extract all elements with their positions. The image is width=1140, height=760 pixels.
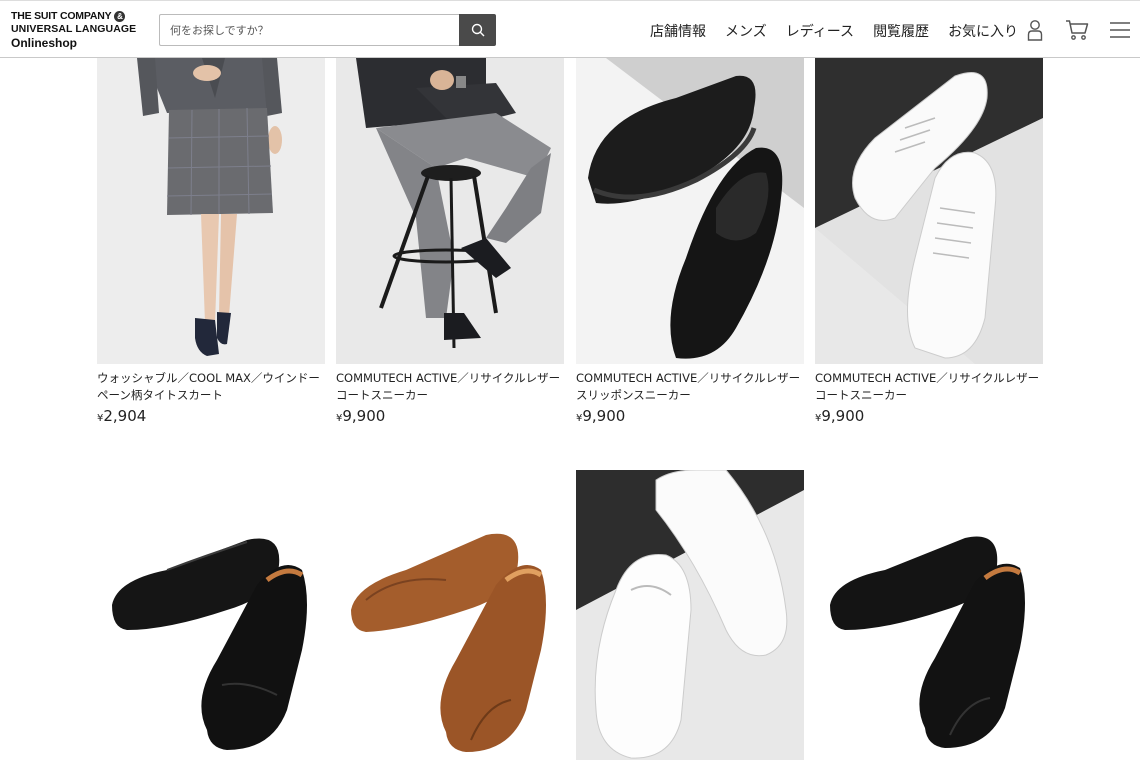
product-card[interactable]: COMMUTECH ACTIVE／リサイクルレザー スリッポンスニーカー ¥9,…: [576, 58, 804, 425]
hamburger-menu-icon: [1110, 22, 1130, 38]
product-image[interactable]: [336, 58, 564, 364]
black-uchip-shoes-photo: [815, 470, 1043, 760]
site-header: THE SUIT COMPANY & UNIVERSAL LANGUAGE On…: [0, 0, 1140, 58]
product-price: ¥9,900: [815, 407, 1043, 425]
product-card[interactable]: [336, 470, 564, 760]
user-icon: [1027, 20, 1043, 41]
product-image[interactable]: [97, 470, 325, 760]
nav-ladies[interactable]: レディース: [786, 21, 854, 41]
product-card[interactable]: COMMUTECH ACTIVE／リサイクルレザーコートスニーカー ¥9,900: [815, 58, 1043, 425]
product-image[interactable]: [576, 58, 804, 364]
white-sneaker-photo: [815, 58, 1043, 364]
product-image[interactable]: [336, 470, 564, 760]
price-value: 9,900: [582, 407, 626, 425]
logo-amp: &: [114, 11, 126, 22]
product-name[interactable]: ウォッシャブル／COOL MAX／ウインドーペーン柄タイトスカート: [97, 370, 325, 404]
product-image[interactable]: [576, 470, 804, 760]
product-image[interactable]: [97, 58, 325, 364]
logo-line1: THE SUIT COMPANY &: [11, 11, 141, 22]
nav-history[interactable]: 閲覧履歴: [873, 21, 929, 41]
product-name[interactable]: COMMUTECH ACTIVE／リサイクルレザーコートスニーカー: [815, 370, 1043, 404]
white-slipon-photo: [576, 470, 804, 760]
black-slipon-photo: [576, 58, 804, 364]
product-card[interactable]: COMMUTECH ACTIVE／リサイクルレザーコートスニーカー ¥9,900: [336, 58, 564, 425]
product-card[interactable]: [576, 470, 804, 760]
logo-line2: UNIVERSAL LANGUAGE: [11, 23, 137, 35]
search-icon: [471, 23, 484, 37]
cart-icon: [1066, 20, 1089, 40]
search-button[interactable]: [459, 14, 496, 46]
main-nav: 店舗情報 メンズ レディース 閲覧履歴 お気に入り: [650, 21, 1037, 41]
account-button[interactable]: [1022, 17, 1048, 43]
skirt-photo: [97, 58, 325, 364]
price-value: 9,900: [342, 407, 386, 425]
model-sneaker-photo: [336, 58, 564, 364]
menu-button[interactable]: [1107, 17, 1133, 43]
nav-mens[interactable]: メンズ: [725, 21, 767, 41]
product-name[interactable]: COMMUTECH ACTIVE／リサイクルレザーコートスニーカー: [336, 370, 564, 404]
nav-favorites[interactable]: お気に入り: [948, 21, 1018, 41]
product-card[interactable]: [97, 470, 325, 760]
product-price: ¥9,900: [336, 407, 564, 425]
logo-line3: Onlineshop: [11, 35, 77, 50]
product-price: ¥9,900: [576, 407, 804, 425]
brown-uchip-shoes-photo: [336, 470, 564, 760]
product-price: ¥2,904: [97, 407, 325, 425]
nav-store-info[interactable]: 店舗情報: [650, 21, 706, 41]
price-value: 9,900: [821, 407, 865, 425]
logo-line1-text: THE SUIT COMPANY: [11, 10, 112, 23]
product-name[interactable]: COMMUTECH ACTIVE／リサイクルレザー スリッポンスニーカー: [576, 370, 804, 404]
product-image[interactable]: [815, 58, 1043, 364]
product-card[interactable]: ウォッシャブル／COOL MAX／ウインドーペーン柄タイトスカート ¥2,904: [97, 58, 325, 425]
site-logo[interactable]: THE SUIT COMPANY & UNIVERSAL LANGUAGE On…: [11, 11, 141, 49]
search-bar: [159, 14, 496, 46]
search-input[interactable]: [159, 14, 459, 46]
product-card[interactable]: [815, 470, 1043, 760]
product-image[interactable]: [815, 470, 1043, 760]
cart-button[interactable]: [1064, 17, 1090, 43]
price-value: 2,904: [103, 407, 147, 425]
black-captoe-shoes-photo: [97, 470, 325, 760]
